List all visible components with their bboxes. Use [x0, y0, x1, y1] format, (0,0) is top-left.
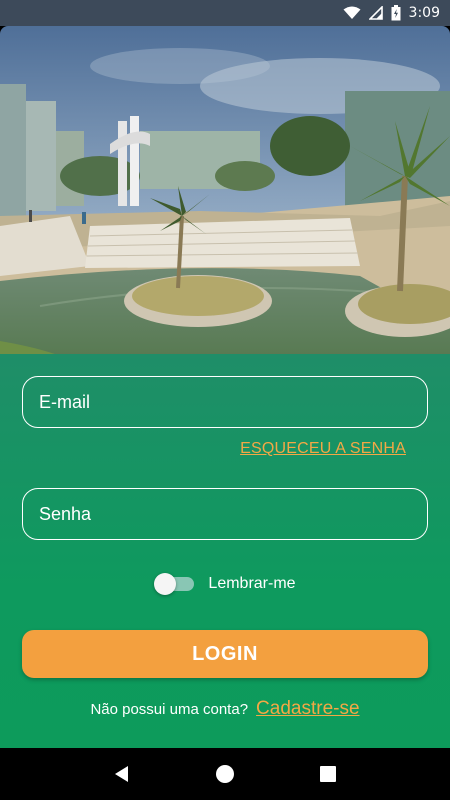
- signup-question: Não possui uma conta?: [90, 700, 249, 718]
- recents-icon[interactable]: [313, 759, 343, 789]
- home-icon[interactable]: [210, 759, 240, 789]
- signup-link[interactable]: Cadastre-se: [256, 698, 360, 720]
- back-icon[interactable]: [107, 759, 137, 789]
- status-time: 3:09: [408, 5, 440, 21]
- password-field[interactable]: Senha: [22, 488, 428, 540]
- remember-me-toggle[interactable]: [154, 572, 195, 596]
- email-field[interactable]: E-mail: [22, 376, 428, 428]
- signup-row: Não possui uma conta? Cadastre-se: [0, 698, 450, 720]
- battery-icon: [391, 5, 401, 21]
- campus-plaza-image: [0, 26, 450, 356]
- navigation-bar: [0, 748, 450, 800]
- status-bar: 3:09: [0, 0, 450, 26]
- remember-me-row: Lembrar-me: [0, 572, 450, 596]
- signal-icon: [368, 6, 383, 20]
- forgot-password-link[interactable]: ESQUECEU A SENHA: [240, 440, 406, 458]
- login-button[interactable]: LOGIN: [22, 630, 428, 678]
- password-placeholder: Senha: [39, 503, 92, 524]
- email-placeholder: E-mail: [39, 391, 91, 412]
- toggle-thumb: [154, 573, 177, 595]
- login-form: E-mail ESQUECEU A SENHA Senha Lembrar-me…: [0, 354, 450, 748]
- remember-me-label: Lembrar-me: [208, 575, 296, 592]
- wifi-icon: [343, 6, 361, 20]
